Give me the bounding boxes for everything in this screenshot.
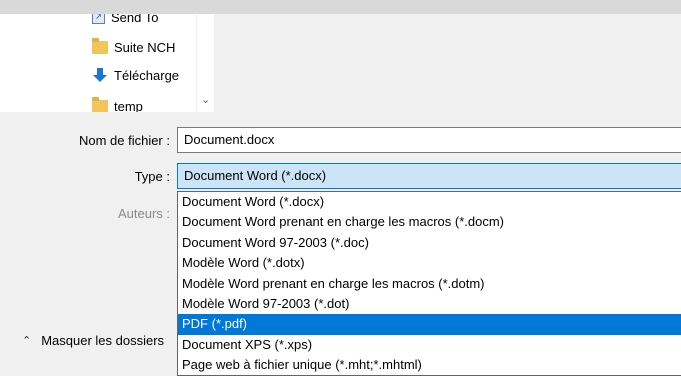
filename-input[interactable]: Document.docx bbox=[177, 127, 681, 153]
tree-item-label: Télécharge bbox=[114, 67, 180, 83]
hide-folders-button[interactable]: ⌃ Masquer les dossiers bbox=[22, 333, 164, 348]
type-option-selected[interactable]: PDF (*.pdf) bbox=[178, 314, 681, 335]
type-option[interactable]: Document Word (*.docx) bbox=[178, 192, 681, 212]
filename-label: Nom de fichier : bbox=[78, 133, 170, 148]
type-dropdown-list: Document Word (*.docx) Document Word pre… bbox=[177, 191, 681, 376]
type-option[interactable]: Modèle Word 97-2003 (*.dot) bbox=[178, 294, 681, 314]
type-option[interactable]: Page web à fichier unique (*.mht;*.mhtml… bbox=[178, 355, 681, 375]
chevron-up-icon: ⌃ bbox=[22, 335, 32, 347]
top-band bbox=[0, 0, 681, 14]
type-option[interactable]: Document XPS (*.xps) bbox=[178, 335, 681, 355]
tree-item-suite-nch[interactable]: Suite NCH bbox=[92, 35, 175, 59]
folder-icon bbox=[92, 37, 108, 54]
tree-item-label: temp bbox=[114, 98, 143, 113]
tree-item-temp[interactable]: temp bbox=[92, 94, 143, 112]
tree-item-downloads[interactable]: Télécharge bbox=[92, 63, 179, 87]
type-option[interactable]: Document Word prenant en charge les macr… bbox=[178, 212, 681, 232]
tree-scrollbar[interactable]: ⌄ bbox=[196, 14, 214, 112]
type-option[interactable]: Document Word 97-2003 (*.doc) bbox=[178, 233, 681, 253]
sendto-icon: ↗ bbox=[92, 14, 105, 24]
type-option[interactable]: Modèle Word (*.dotx) bbox=[178, 253, 681, 273]
type-label: Type : bbox=[134, 169, 170, 184]
tree-item-label: Suite NCH bbox=[114, 39, 176, 55]
tree-item-label: Send To bbox=[111, 14, 159, 25]
folder-icon bbox=[92, 96, 108, 112]
chevron-down-icon[interactable]: ⌄ bbox=[201, 93, 210, 106]
download-arrow-icon bbox=[93, 68, 107, 82]
type-option[interactable]: Modèle Word prenant en charge les macros… bbox=[178, 274, 681, 294]
hide-folders-label: Masquer les dossiers bbox=[41, 333, 165, 348]
authors-label: Auteurs : bbox=[117, 206, 170, 221]
type-select[interactable]: Document Word (*.docx) bbox=[177, 163, 681, 189]
folder-tree-pane: ↗ Send To Suite NCH Télécharge temp ⌄ bbox=[0, 14, 214, 112]
tree-item-send-to[interactable]: ↗ Send To bbox=[92, 14, 158, 29]
